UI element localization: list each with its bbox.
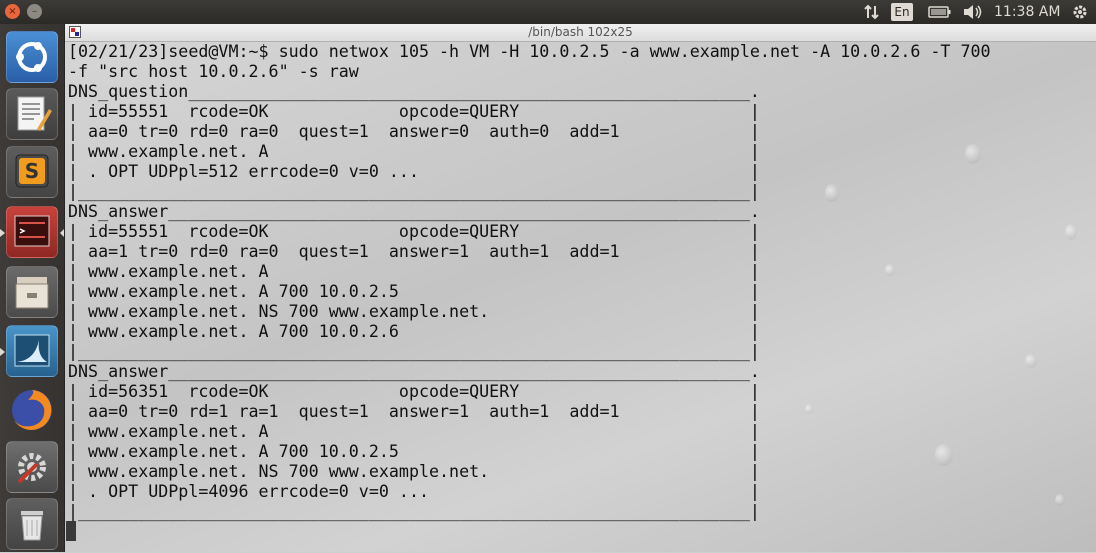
trash-icon[interactable] <box>6 498 58 550</box>
terminal-line: |_______________________________________… <box>68 502 760 521</box>
terminal-line: | aa=1 tr=0 rd=0 ra=0 quest=1 answer=1 a… <box>68 242 760 261</box>
terminal-titlebar[interactable]: /bin/bash 102x25 <box>65 24 1096 42</box>
terminal-line: | . OPT UDPpl=512 errcode=0 v=0 ... | <box>68 162 760 181</box>
terminal-output[interactable]: [02/21/23]seed@VM:~$ sudo netwox 105 -h … <box>68 42 991 522</box>
terminal-title: /bin/bash 102x25 <box>528 25 633 39</box>
background-drop <box>1065 224 1077 240</box>
terminal-line: | id=56351 rcode=OK opcode=QUERY | <box>68 382 760 401</box>
volume-icon[interactable] <box>962 0 984 24</box>
ubuntu-dash-icon[interactable] <box>6 31 58 83</box>
terminal-line: | aa=0 tr=0 rd=0 ra=0 quest=1 answer=0 a… <box>68 122 760 141</box>
file-manager-icon[interactable] <box>6 266 58 318</box>
svg-text:S: S <box>25 159 39 183</box>
system-tray: En 11:38 AM <box>856 0 1096 24</box>
terminal-line: | . OPT UDPpl=4096 errcode=0 v=0 ... | <box>68 482 760 501</box>
sublime-text-icon[interactable]: S <box>6 146 58 198</box>
terminal-icon[interactable] <box>6 206 58 258</box>
terminal-line: | www.example.net. A 700 10.0.2.5 | <box>68 282 760 301</box>
wireshark-icon[interactable] <box>6 325 58 377</box>
firefox-icon[interactable] <box>6 384 58 436</box>
terminal-line: DNS_answer______________________________… <box>68 362 760 381</box>
clock[interactable]: 11:38 AM <box>994 0 1060 24</box>
terminal-line: | www.example.net. NS 700 www.example.ne… <box>68 302 760 321</box>
network-arrows-icon[interactable] <box>863 0 881 24</box>
settings-icon[interactable] <box>6 441 58 493</box>
terminal-line: [02/21/23]seed@VM:~$ sudo netwox 105 -h … <box>68 42 991 61</box>
terminal-window[interactable]: /bin/bash 102x25 [02/21/23]seed@VM:~$ su… <box>65 24 1096 552</box>
terminal-line: | www.example.net. NS 700 www.example.ne… <box>68 462 760 481</box>
terminal-line: | www.example.net. A 700 10.0.2.5 | <box>68 442 760 461</box>
background-drop <box>1055 494 1065 506</box>
terminal-line: DNS_question____________________________… <box>68 82 760 101</box>
terminal-line: | www.example.net. A | <box>68 142 760 161</box>
running-indicator <box>0 229 5 237</box>
terminal-line: -f "src host 10.0.2.6" -s raw <box>68 62 359 81</box>
top-panel: × – En 11:38 AM <box>0 0 1096 24</box>
battery-icon[interactable] <box>928 0 952 24</box>
background-drop <box>1025 354 1037 368</box>
terminal-line: | www.example.net. A | <box>68 262 760 281</box>
close-window-button[interactable]: × <box>5 4 20 19</box>
terminal-line: | id=55551 rcode=OK opcode=QUERY | <box>68 222 760 241</box>
launcher: S <box>0 24 65 552</box>
gear-icon[interactable] <box>1070 0 1090 24</box>
terminal-cursor <box>66 521 76 541</box>
terminal-app-icon <box>69 26 81 38</box>
terminal-line: | www.example.net. A | <box>68 422 760 441</box>
terminal-line: |_______________________________________… <box>68 342 760 361</box>
terminal-line: |_______________________________________… <box>68 182 760 201</box>
text-editor-icon[interactable] <box>6 88 58 140</box>
language-indicator[interactable]: En <box>891 3 913 21</box>
terminal-line: | www.example.net. A 700 10.0.2.6 | <box>68 322 760 341</box>
minimize-window-button[interactable]: – <box>27 4 42 19</box>
running-indicator <box>0 348 5 356</box>
terminal-line: | id=55551 rcode=OK opcode=QUERY | <box>68 102 760 121</box>
terminal-line: | aa=0 tr=0 rd=1 ra=1 quest=1 answer=1 a… <box>68 402 760 421</box>
focused-indicator <box>60 229 64 237</box>
terminal-line: DNS_answer______________________________… <box>68 202 760 221</box>
